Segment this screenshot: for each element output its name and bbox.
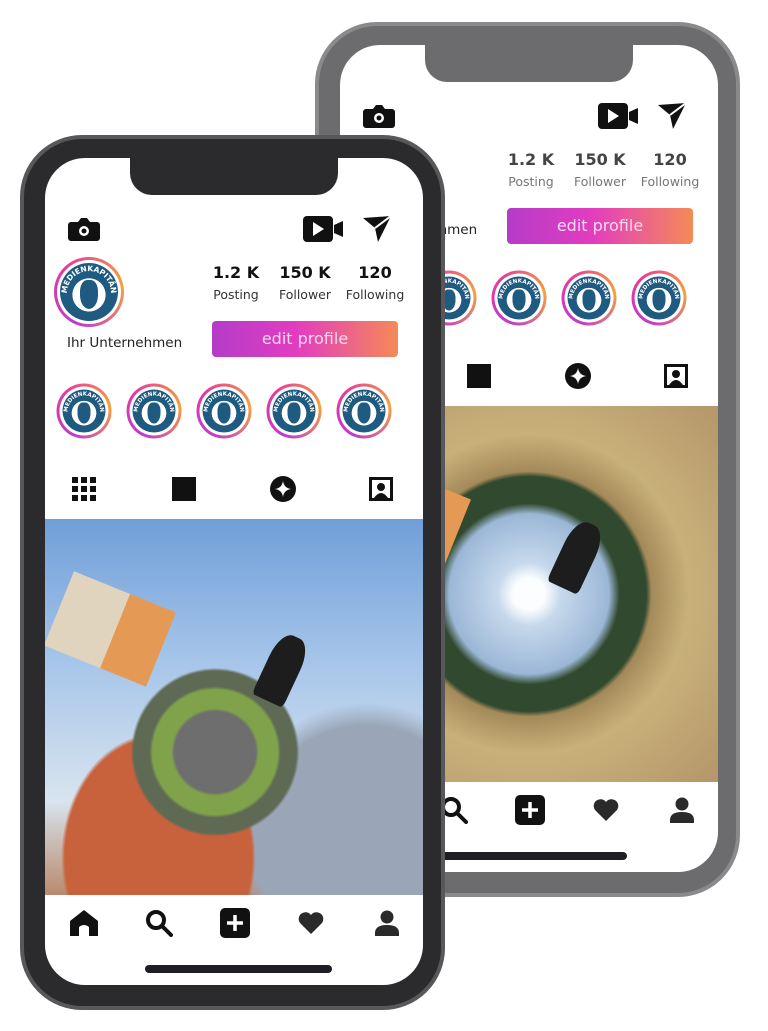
story-highlight[interactable]: MEDIENKAPITÄN — [196, 383, 252, 439]
search-icon[interactable] — [145, 909, 173, 937]
stat-label: Posting — [213, 287, 259, 302]
svg-text:MEDIENKAPITÄN: MEDIENKAPITÄN — [498, 278, 539, 299]
story-highlight[interactable]: MEDIENKAPITÄN — [336, 383, 392, 439]
story-highlight[interactable]: MEDIENKAPITÄN — [561, 270, 617, 326]
stat-posting[interactable]: 1.2 K Posting — [196, 263, 276, 302]
phone-mockup-front: MEDIENKAPITÄN Ihr Unternehmen 1.2 K Posti… — [20, 135, 445, 1010]
grid-icon[interactable] — [72, 477, 96, 501]
svg-text:MEDIENKAPITÄN: MEDIENKAPITÄN — [273, 391, 314, 412]
story-highlight[interactable]: MEDIENKAPITÄN — [56, 383, 112, 439]
logo-text: MEDIENKAPITÄN — [343, 391, 384, 412]
stat-value: 150 K — [279, 263, 331, 282]
logo-text: MEDIENKAPITÄN — [63, 391, 104, 412]
stat-follower[interactable]: 150 K Follower — [265, 263, 345, 302]
logo-lettering: MEDIENKAPITÄN — [133, 391, 174, 412]
profile-name: Ihr Unternehmen — [67, 335, 183, 351]
notch — [130, 158, 338, 195]
logo-lettering: MEDIENKAPITÄN — [203, 391, 244, 412]
logo-lettering: MEDIENKAPITÄN — [498, 278, 539, 299]
stat-value: 1.2 K — [212, 263, 260, 282]
add-post-icon[interactable] — [220, 908, 250, 938]
medienkapitaen-logo: MEDIENKAPITÄN — [60, 263, 118, 321]
logo-text: MEDIENKAPITÄN — [60, 264, 118, 294]
medienkapitaen-logo: MEDIENKAPITÄN — [567, 276, 611, 320]
home-indicator[interactable] — [440, 852, 627, 860]
logo-lettering: MEDIENKAPITÄN — [343, 391, 384, 412]
heart-icon[interactable] — [298, 912, 324, 934]
svg-text:MEDIENKAPITÄN: MEDIENKAPITÄN — [638, 278, 679, 299]
medienkapitaen-logo: MEDIENKAPITÄN — [132, 389, 176, 433]
logo-text: MEDIENKAPITÄN — [638, 278, 679, 299]
photo-building — [45, 571, 176, 687]
photo-person — [546, 517, 608, 595]
logo-text: MEDIENKAPITÄN — [273, 391, 314, 412]
tagged-star-icon[interactable] — [270, 476, 296, 502]
stat-label: Posting — [508, 174, 554, 189]
notch — [425, 45, 633, 82]
logo-text: MEDIENKAPITÄN — [133, 391, 174, 412]
logo-lettering: MEDIENKAPITÄN — [638, 278, 679, 299]
home-indicator[interactable] — [145, 965, 332, 973]
post-photo[interactable] — [45, 519, 423, 895]
send-icon[interactable] — [658, 103, 686, 129]
camera-icon[interactable] — [363, 103, 395, 129]
medienkapitaen-logo: MEDIENKAPITÄN — [342, 389, 386, 433]
profile-avatar[interactable]: MEDIENKAPITÄN — [54, 257, 124, 327]
edit-profile-button[interactable]: edit profile — [507, 208, 693, 244]
stat-value: 1.2 K — [507, 150, 555, 169]
stat-value: 120 — [653, 150, 687, 169]
portrait-icon[interactable] — [369, 477, 393, 501]
svg-text:MEDIENKAPITÄN: MEDIENKAPITÄN — [343, 391, 384, 412]
story-highlight[interactable]: MEDIENKAPITÄN — [126, 383, 182, 439]
stat-label: Follower — [573, 174, 627, 189]
square-icon[interactable] — [172, 477, 196, 501]
medienkapitaen-logo: MEDIENKAPITÄN — [62, 389, 106, 433]
logo-lettering: MEDIENKAPITÄN — [568, 278, 609, 299]
medienkapitaen-logo: MEDIENKAPITÄN — [272, 389, 316, 433]
stat-value: 150 K — [574, 150, 626, 169]
logo-text: MEDIENKAPITÄN — [568, 278, 609, 299]
stat-value: 120 — [358, 263, 392, 282]
svg-text:MEDIENKAPITÄN: MEDIENKAPITÄN — [133, 391, 174, 412]
stat-label: Follower — [278, 287, 332, 302]
heart-icon[interactable] — [593, 799, 619, 821]
stat-label: Following — [640, 174, 700, 189]
svg-text:MEDIENKAPITÄN: MEDIENKAPITÄN — [63, 391, 104, 412]
photo-person — [251, 630, 313, 708]
portrait-icon[interactable] — [664, 364, 688, 388]
square-icon[interactable] — [467, 364, 491, 388]
add-post-icon[interactable] — [515, 795, 545, 825]
logo-lettering: MEDIENKAPITÄN — [63, 391, 104, 412]
logo-text: MEDIENKAPITÄN — [203, 391, 244, 412]
medienkapitaen-logo: MEDIENKAPITÄN — [497, 276, 541, 320]
stat-following[interactable]: 120 Following — [335, 263, 415, 302]
medienkapitaen-logo: MEDIENKAPITÄN — [637, 276, 681, 320]
stat-label: Following — [345, 287, 405, 302]
edit-profile-button[interactable]: edit profile — [212, 321, 398, 357]
stat-posting[interactable]: 1.2 K Posting — [491, 150, 571, 189]
video-icon[interactable] — [303, 216, 343, 242]
svg-text:MEDIENKAPITÄN: MEDIENKAPITÄN — [60, 264, 118, 294]
story-highlight[interactable]: MEDIENKAPITÄN — [631, 270, 687, 326]
video-icon[interactable] — [598, 103, 638, 129]
profile-icon[interactable] — [375, 910, 399, 936]
logo-lettering: MEDIENKAPITÄN — [273, 391, 314, 412]
story-highlight[interactable]: MEDIENKAPITÄN — [266, 383, 322, 439]
camera-icon[interactable] — [68, 216, 100, 242]
profile-screen-front: MEDIENKAPITÄN Ihr Unternehmen 1.2 K Posti… — [45, 158, 423, 985]
logo-text: MEDIENKAPITÄN — [498, 278, 539, 299]
profile-icon[interactable] — [670, 797, 694, 823]
svg-text:MEDIENKAPITÄN: MEDIENKAPITÄN — [568, 278, 609, 299]
stat-following[interactable]: 120 Following — [630, 150, 710, 189]
medienkapitaen-logo: MEDIENKAPITÄN — [202, 389, 246, 433]
stat-follower[interactable]: 150 K Follower — [560, 150, 640, 189]
send-icon[interactable] — [363, 216, 391, 242]
tagged-star-icon[interactable] — [565, 363, 591, 389]
svg-text:MEDIENKAPITÄN: MEDIENKAPITÄN — [203, 391, 244, 412]
home-icon[interactable] — [70, 910, 98, 936]
story-highlight[interactable]: MEDIENKAPITÄN — [491, 270, 547, 326]
logo-lettering: MEDIENKAPITÄN — [60, 264, 118, 294]
